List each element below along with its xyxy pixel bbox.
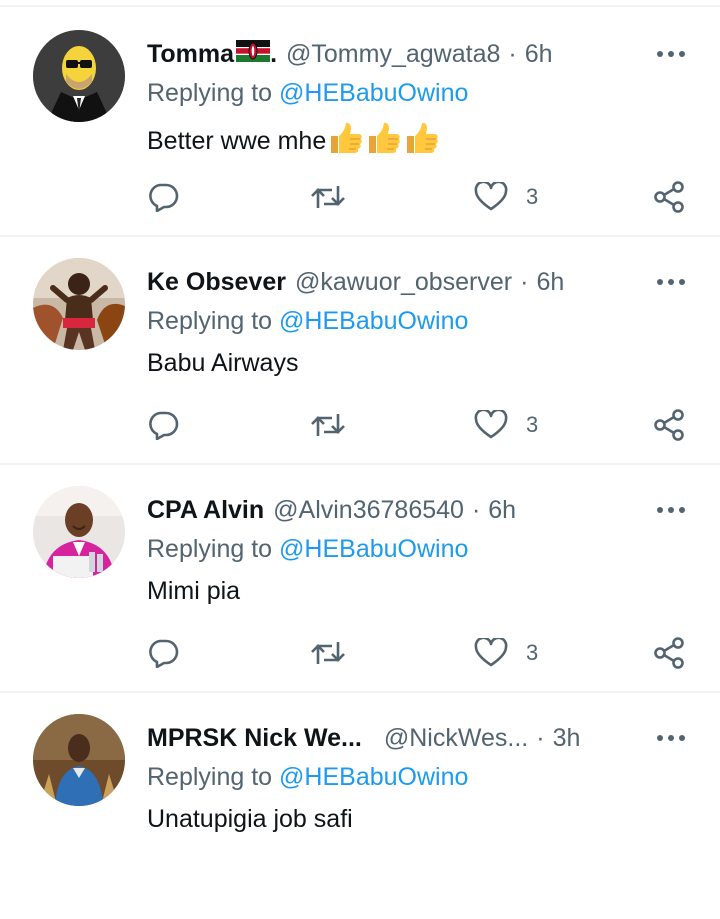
tweet-header: Ke Obsever @kawuor_observer · 6h [147, 262, 564, 302]
share-icon [654, 409, 684, 441]
reply-icon [149, 639, 179, 668]
replying-to-line: Replying to @HEBabuOwino [147, 535, 468, 564]
heart-icon [474, 638, 508, 667]
tweet-header: MPRSK Nick We... @NickWes... · 3h [147, 718, 580, 758]
like-count: 3 [526, 184, 539, 209]
retweet-button[interactable] [310, 180, 346, 214]
thumbs-up-emoji-icon [404, 121, 440, 162]
user-handle[interactable]: @kawuor_observer [295, 268, 512, 297]
mention-link[interactable]: @HEBabuOwino [279, 763, 468, 791]
tweet-text-content: Mimi pia [147, 577, 241, 605]
separator: · [536, 723, 545, 752]
replying-to-line: Replying to @HEBabuOwino [147, 307, 468, 336]
user-handle[interactable]: @Alvin36786540 [273, 496, 464, 525]
share-button[interactable] [653, 408, 685, 442]
user-handle[interactable]: @NickWes... [384, 724, 528, 753]
replying-to-line: Replying to @HEBabuOwino [147, 763, 468, 792]
reply-button[interactable] [147, 180, 179, 214]
timestamp[interactable]: 6h [488, 496, 516, 525]
tweet-text: Unatupigia job safi [147, 805, 353, 834]
separator: · [508, 39, 517, 68]
tweet-text-content: Better wwe mhe [147, 127, 327, 155]
display-name[interactable]: Ke Obsever [147, 268, 286, 297]
like-button[interactable]: 3 [474, 408, 538, 442]
tweet-reply[interactable]: MPRSK Nick We... @NickWes... · 3h Replyi… [0, 691, 720, 919]
tweet-header: Tomma . @Tommy_agwata8 · 6h [147, 34, 553, 74]
retweet-button[interactable] [310, 636, 346, 670]
display-name[interactable]: Tomma [147, 40, 234, 69]
reply-button[interactable] [147, 636, 179, 670]
reply-icon [149, 411, 179, 440]
replying-to-label: Replying to [147, 763, 273, 791]
reply-button[interactable] [147, 408, 179, 442]
timestamp[interactable]: 6h [536, 268, 564, 297]
share-icon [654, 181, 684, 213]
replying-to-line: Replying to @HEBabuOwino [147, 79, 468, 108]
more-options-icon[interactable] [655, 275, 687, 289]
separator: · [471, 495, 481, 524]
replying-to-label: Replying to [147, 307, 273, 335]
display-name[interactable]: MPRSK Nick We... [147, 724, 362, 753]
heart-icon [474, 410, 508, 439]
tweet-text: Better wwe mhe [147, 121, 440, 162]
heart-icon [474, 182, 508, 211]
like-count: 3 [526, 412, 539, 437]
tweet-reply[interactable]: Tomma . @Tommy_agwata8 · 6h Replying to … [0, 7, 720, 237]
more-options-icon[interactable] [655, 47, 687, 61]
retweet-button[interactable] [310, 408, 346, 442]
mention-link[interactable]: @HEBabuOwino [279, 535, 468, 563]
tweet-text: Babu Airways [147, 349, 298, 378]
like-button[interactable]: 3 [474, 636, 538, 670]
avatar[interactable] [33, 258, 125, 350]
replying-to-label: Replying to [147, 535, 273, 563]
display-name-suffix: . [270, 39, 278, 68]
kenya-flag-icon [236, 39, 271, 69]
more-options-icon[interactable] [655, 731, 687, 745]
thumbs-up-emoji-icon [366, 121, 402, 162]
thumbs-up-emoji-icon [328, 121, 364, 162]
avatar[interactable] [33, 714, 125, 806]
mention-link[interactable]: @HEBabuOwino [279, 79, 468, 107]
retweet-icon [311, 186, 345, 208]
separator: · [520, 267, 529, 296]
tweet-text: Mimi pia [147, 577, 240, 606]
timestamp[interactable]: 3h [553, 724, 581, 753]
mention-link[interactable]: @HEBabuOwino [279, 307, 468, 335]
share-button[interactable] [653, 180, 685, 214]
like-count: 3 [526, 640, 539, 665]
tweet-header: CPA Alvin @Alvin36786540 · 6h [147, 490, 516, 530]
reply-feed: Tomma . @Tommy_agwata8 · 6h Replying to … [0, 0, 720, 858]
tweet-reply[interactable]: CPA Alvin @Alvin36786540 · 6h Replying t… [0, 463, 720, 693]
tweet-text-content: Babu Airways [147, 349, 299, 377]
share-button[interactable] [653, 636, 685, 670]
more-options-icon[interactable] [655, 503, 687, 517]
retweet-icon [311, 414, 345, 436]
reply-icon [149, 183, 179, 212]
retweet-icon [311, 642, 345, 664]
avatar[interactable] [33, 30, 125, 122]
timestamp[interactable]: 6h [525, 40, 553, 69]
user-handle[interactable]: @Tommy_agwata8 [286, 40, 500, 69]
avatar[interactable] [33, 486, 125, 578]
replying-to-label: Replying to [147, 79, 273, 107]
tweet-reply[interactable]: Ke Obsever @kawuor_observer · 6h Replyin… [0, 235, 720, 465]
share-icon [654, 637, 684, 669]
display-name[interactable]: CPA Alvin [147, 496, 264, 525]
like-button[interactable]: 3 [474, 180, 538, 214]
tweet-text-content: Unatupigia job safi [147, 805, 353, 833]
